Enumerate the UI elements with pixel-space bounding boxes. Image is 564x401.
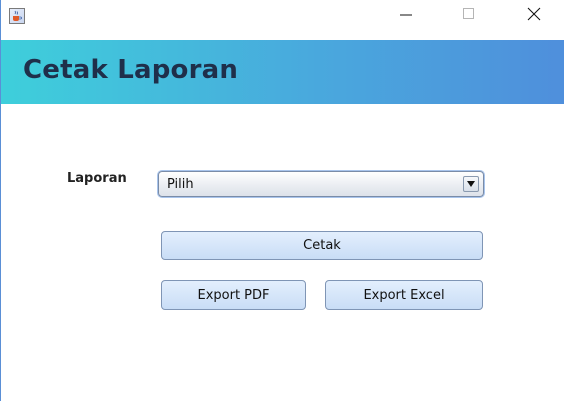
- laporan-label: Laporan: [67, 171, 127, 186]
- header-banner: Cetak Laporan: [1, 40, 564, 104]
- title-bar[interactable]: [1, 0, 564, 40]
- laporan-select[interactable]: Pilih: [158, 171, 484, 197]
- close-icon: [527, 7, 541, 26]
- app-window: Cetak Laporan Laporan Pilih Cetak Export…: [0, 0, 564, 401]
- close-button[interactable]: [511, 0, 557, 32]
- maximize-button[interactable]: [446, 0, 492, 32]
- export-pdf-button[interactable]: Export PDF: [161, 280, 306, 310]
- minimize-icon: [399, 7, 413, 26]
- page-title: Cetak Laporan: [23, 55, 239, 85]
- java-cup-icon[interactable]: [9, 8, 25, 24]
- laporan-select-value: Pilih: [167, 177, 194, 192]
- export-excel-button[interactable]: Export Excel: [325, 280, 483, 310]
- minimize-button[interactable]: [383, 0, 429, 32]
- dropdown-arrow-icon[interactable]: [463, 176, 479, 192]
- cetak-button[interactable]: Cetak: [161, 231, 483, 260]
- maximize-icon: [462, 7, 476, 26]
